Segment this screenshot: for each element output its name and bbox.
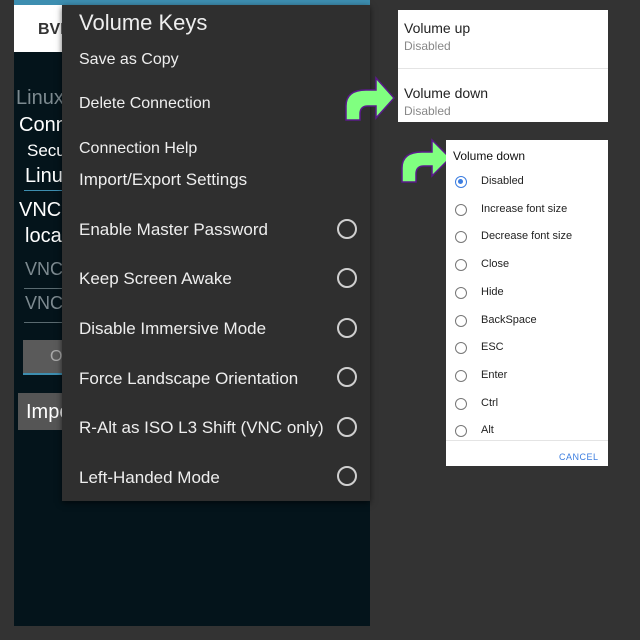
cancel-button[interactable]: CANCEL: [559, 452, 599, 462]
menu-item-landscape[interactable]: Force Landscape Orientation: [79, 369, 298, 389]
volume-up-item[interactable]: Volume up Disabled: [398, 10, 608, 68]
option-label: Increase font size: [481, 202, 568, 215]
menu-item-keep-awake[interactable]: Keep Screen Awake: [79, 269, 232, 289]
radio-button[interactable]: [455, 314, 467, 327]
option-ctrl[interactable]: Ctrl: [446, 395, 608, 415]
menu-item-delete-connection[interactable]: Delete Connection: [79, 95, 211, 113]
option-disabled[interactable]: Disabled: [446, 173, 608, 193]
bg-text: Conn: [19, 114, 67, 136]
option-label: Disabled: [481, 175, 524, 187]
radio-button[interactable]: [455, 176, 467, 188]
option-backspace[interactable]: BackSpace: [446, 312, 608, 332]
menu-item-immersive[interactable]: Disable Immersive Mode: [79, 319, 266, 339]
radio-button[interactable]: [455, 425, 467, 438]
bg-text: VNC: [25, 293, 64, 313]
volume-down-dialog: Volume down Disabled Increase font size De…: [446, 140, 608, 466]
dialog-title: Volume down: [453, 149, 526, 163]
menu-item-connection-help[interactable]: Connection Help: [79, 140, 197, 158]
menu-item-save-as-copy[interactable]: Save as Copy: [79, 51, 179, 69]
radio-button[interactable]: [455, 231, 467, 244]
menu-item-master-password[interactable]: Enable Master Password: [79, 220, 268, 240]
radio-button[interactable]: [455, 369, 467, 382]
option-label: BackSpace: [481, 313, 537, 326]
radio-button[interactable]: [455, 342, 467, 355]
master-password-checkbox[interactable]: [337, 219, 357, 239]
item-value: Disabled: [404, 39, 451, 53]
bg-text: Secu: [27, 141, 66, 160]
divider: [446, 440, 608, 441]
menu-item-ralt[interactable]: R-Alt as ISO L3 Shift (VNC only): [79, 418, 324, 438]
menu-item-import-export[interactable]: Import/Export Settings: [79, 170, 247, 190]
item-title: Volume up: [404, 20, 471, 36]
option-label: Hide: [481, 285, 504, 298]
options-menu: Volume Keys Save as Copy Delete Connecti…: [62, 5, 370, 501]
option-label: Enter: [481, 368, 508, 381]
menu-title: Volume Keys: [79, 10, 208, 35]
option-decrease-font-size[interactable]: Decrease font size: [446, 228, 608, 248]
arrow-icon: [345, 76, 396, 121]
option-label: Decrease font size: [481, 230, 573, 243]
option-label: Ctrl: [481, 396, 499, 409]
bg-text: Linu: [25, 165, 63, 187]
option-label: Close: [481, 258, 510, 271]
option-label: ESC: [481, 341, 504, 354]
option-increase-font-size[interactable]: Increase font size: [446, 201, 608, 221]
bg-text: Linux: [16, 87, 64, 109]
bg-text: VNC: [19, 199, 62, 221]
radio-button[interactable]: [455, 259, 467, 272]
radio-button[interactable]: [455, 286, 467, 299]
option-hide[interactable]: Hide: [446, 284, 608, 304]
ralt-checkbox[interactable]: [337, 417, 357, 437]
radio-button[interactable]: [455, 397, 467, 410]
bg-text: loca: [25, 225, 62, 247]
item-title: Volume down: [404, 85, 489, 101]
option-esc[interactable]: ESC: [446, 339, 608, 359]
menu-item-left-handed[interactable]: Left-Handed Mode: [79, 468, 220, 488]
immersive-checkbox[interactable]: [337, 318, 357, 338]
bg-text: VNC: [25, 259, 64, 279]
option-enter[interactable]: Enter: [446, 367, 608, 387]
left-handed-checkbox[interactable]: [337, 466, 357, 486]
option-label: Alt: [481, 424, 494, 437]
volume-down-item[interactable]: Volume down Disabled: [398, 69, 608, 122]
option-close[interactable]: Close: [446, 256, 608, 276]
item-value: Disabled: [404, 104, 451, 118]
radio-button[interactable]: [455, 203, 467, 216]
landscape-checkbox[interactable]: [337, 367, 357, 387]
keep-awake-checkbox[interactable]: [337, 268, 357, 288]
volume-keys-list: Volume up Disabled Volume down Disabled: [398, 10, 608, 122]
